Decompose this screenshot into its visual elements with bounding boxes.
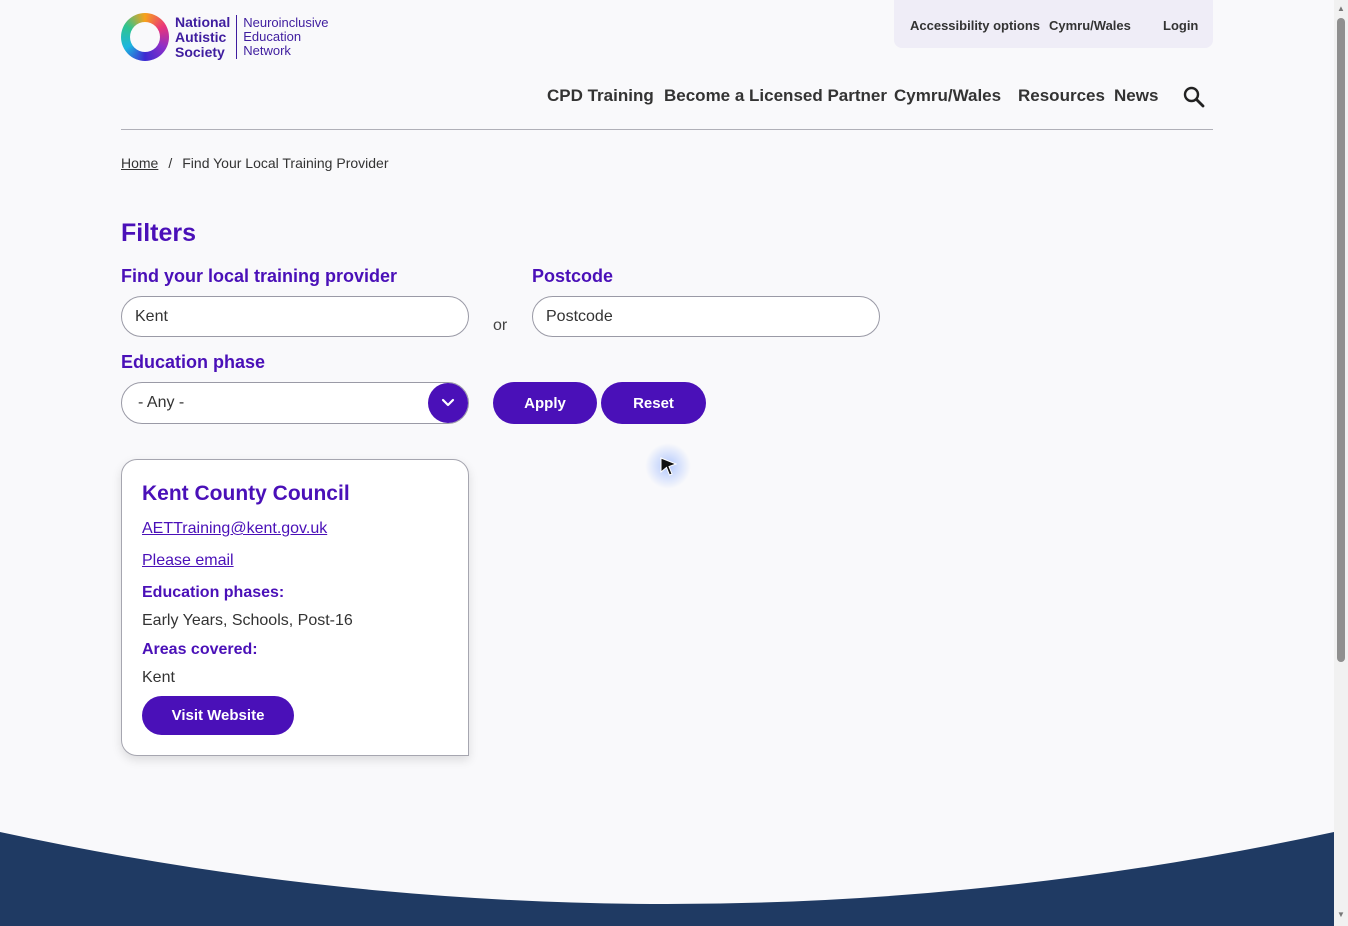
education-phases-value: Early Years, Schools, Post-16 [142, 612, 353, 629]
nav-licensed-partner[interactable]: Become a Licensed Partner [664, 86, 887, 106]
nav-divider [121, 129, 1213, 130]
search-icon[interactable] [1183, 86, 1205, 108]
breadcrumb-current: Find Your Local Training Provider [182, 155, 389, 171]
site-logo[interactable]: National Autistic Society Neuroinclusive… [121, 13, 329, 61]
logo-divider [236, 15, 238, 59]
or-separator: or [493, 317, 508, 334]
chevron-down-icon[interactable] [428, 383, 468, 423]
postcode-label: Postcode [532, 266, 614, 286]
provider-card: Kent County Council AETTraining@kent.gov… [121, 459, 469, 756]
provider-label: Find your local training provider [121, 266, 398, 286]
visit-website-button[interactable]: Visit Website [142, 696, 294, 735]
scroll-up-icon[interactable]: ▲ [1337, 4, 1345, 13]
education-phase-value: - Any - [138, 394, 185, 411]
education-phases-label: Education phases: [142, 584, 285, 601]
utility-bar: Accessibility options Cymru/Wales Login [894, 0, 1213, 48]
logo-ring-icon [121, 13, 169, 61]
postcode-input[interactable]: Postcode [532, 296, 880, 337]
nav-resources[interactable]: Resources [1018, 86, 1105, 106]
page-scrollbar[interactable]: ▲ ▼ [1334, 0, 1348, 926]
scroll-down-icon[interactable]: ▼ [1337, 910, 1345, 919]
logo-line: Society [175, 43, 225, 60]
accessibility-options-link[interactable]: Accessibility options [910, 18, 1040, 33]
scrollbar-thumb[interactable] [1337, 18, 1345, 662]
login-link[interactable]: Login [1163, 18, 1198, 33]
breadcrumb-home-link[interactable]: Home [121, 155, 158, 171]
breadcrumb: Home / Find Your Local Training Provider [121, 155, 388, 171]
provider-email-link[interactable]: AETTraining@kent.gov.uk [142, 520, 327, 538]
areas-covered-value: Kent [142, 669, 175, 686]
filters-heading: Filters [121, 219, 197, 247]
reset-button[interactable]: Reset [601, 382, 706, 424]
mouse-pointer-icon [660, 457, 678, 476]
nav-news[interactable]: News [1114, 86, 1158, 106]
education-phase-label: Education phase [121, 352, 266, 372]
provider-name: Kent County Council [142, 482, 350, 505]
logo-society-text: National Autistic Society [175, 13, 231, 60]
nav-cymru-wales[interactable]: Cymru/Wales [894, 86, 1001, 106]
education-phase-select[interactable]: - Any - [121, 382, 469, 424]
logo-line: Network [243, 43, 291, 58]
logo-line: Neuroinclusive [243, 15, 329, 30]
logo-line: Autistic [175, 28, 227, 45]
utility-cymru-wales-link[interactable]: Cymru/Wales [1049, 18, 1131, 33]
breadcrumb-separator: / [168, 155, 173, 171]
logo-network-text: Neuroinclusive Education Network [243, 16, 328, 58]
nav-cpd-training[interactable]: CPD Training [547, 86, 654, 106]
footer-wave [0, 832, 1334, 926]
logo-line: National [175, 13, 231, 30]
logo-line: Education [243, 29, 302, 44]
provider-contact-link[interactable]: Please email [142, 552, 234, 570]
provider-search-input[interactable]: Kent [121, 296, 469, 337]
areas-covered-label: Areas covered: [142, 641, 258, 658]
apply-button[interactable]: Apply [493, 382, 597, 424]
